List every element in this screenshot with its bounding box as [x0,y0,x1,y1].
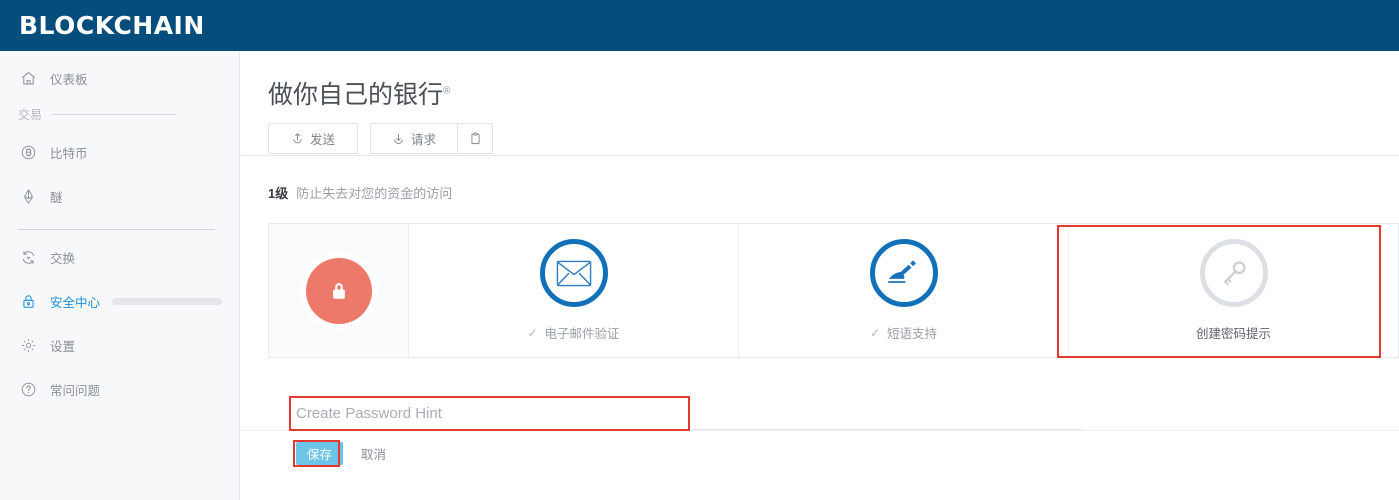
upload-arrow-icon [291,132,304,145]
top-header-bar: BLOCKCHAIN [0,0,1399,51]
sidebar-item-label: 比特币 [50,146,88,161]
main-content: 做你自己的银行® 发送 请求 1级 防止失去对您的资金的访问 ✓ 电子邮件验证 … [241,51,1399,500]
security-steps-panel: ✓ 电子邮件验证 ✓ 短语支持 创建密码提示 [268,223,1399,358]
password-hint-input[interactable] [292,397,1082,430]
download-arrow-icon [392,132,405,145]
key-icon [1199,239,1268,307]
sidebar-item-label: 醚 [50,190,63,205]
app-root: BLOCKCHAIN 仪表板 交易 比特币 醚 交换 安全中心 设置 常问问题 … [0,0,1399,500]
page-title-text: 做你自己的银行 [268,81,444,109]
step-password-hint-text: 创建密码提示 [1195,327,1271,341]
copy-address-button[interactable] [458,123,493,154]
swap-icon [18,247,38,267]
sidebar-item-label: 常问问题 [50,383,101,398]
check-icon: ✓ [869,325,881,340]
step-email-verification[interactable]: ✓ 电子邮件验证 [409,224,739,357]
sidebar-item-label: 交换 [50,251,76,266]
cancel-button[interactable]: 取消 [361,444,386,463]
bitcoin-icon [18,142,38,162]
registered-mark: ® [443,85,451,97]
step-password-hint-label: 创建密码提示 [1196,323,1271,342]
save-button[interactable]: 保存 [296,442,344,465]
sidebar-divider [18,229,215,230]
send-button[interactable]: 发送 [268,123,358,154]
clipboard-icon [469,132,482,146]
sidebar-group-rule [51,113,177,115]
sidebar-item-label: 仪表板 [50,72,88,87]
sidebar: 仪表板 交易 比特币 醚 交换 安全中心 设置 常问问题 [0,51,240,500]
step-phrase-text: 短语支持 [887,327,938,341]
sidebar-item-settings[interactable]: 设置 [0,328,239,362]
step-phrase-label: ✓ 短语支持 [870,323,937,342]
request-button[interactable]: 请求 [370,123,458,154]
step-phrase-backup[interactable]: ✓ 短语支持 [739,224,1069,357]
gear-icon [18,335,38,355]
sidebar-item-label: 设置 [50,339,76,354]
brand-logo[interactable]: BLOCKCHAIN [19,11,205,40]
hand-write-icon [869,239,938,307]
level-description: 防止失去对您的资金的访问 [296,186,453,201]
step-email-label: ✓ 电子邮件验证 [527,323,619,342]
sidebar-item-label: 安全中心 [50,295,101,310]
level-number: 1级 [268,186,289,201]
sidebar-item-faq[interactable]: 常问问题 [0,372,239,406]
action-button-row: 发送 请求 [268,123,1399,154]
request-button-label: 请求 [410,133,436,147]
step-email-text: 电子邮件验证 [544,327,620,341]
form-bottom-divider [241,430,1399,431]
request-button-group: 请求 [370,123,493,154]
sidebar-item-ether[interactable]: 醚 [0,179,239,213]
send-button-label: 发送 [309,133,335,147]
form-actions: 保存 取消 [296,442,386,465]
ethereum-icon [18,186,38,206]
check-icon: ✓ [527,325,538,340]
sidebar-item-bitcoin[interactable]: 比特币 [0,135,239,169]
lock-icon [18,291,38,311]
page-title: 做你自己的银行® [268,75,1399,111]
sidebar-item-dashboard[interactable]: 仪表板 [0,61,239,95]
home-icon [18,68,38,88]
envelope-icon [539,239,608,307]
step-password-hint[interactable]: 创建密码提示 [1069,224,1398,357]
sidebar-item-exchange[interactable]: 交换 [0,240,239,274]
sidebar-group-label: 交易 [18,107,43,122]
question-circle-icon [18,379,38,399]
header-divider [241,155,1399,156]
sidebar-group-transactions: 交易 [0,103,239,125]
security-progress-bar [112,297,223,305]
step-lock [269,224,409,357]
sidebar-item-security[interactable]: 安全中心 [0,284,239,318]
lock-circle-icon [305,257,372,324]
level-heading: 1级 防止失去对您的资金的访问 [268,183,452,202]
